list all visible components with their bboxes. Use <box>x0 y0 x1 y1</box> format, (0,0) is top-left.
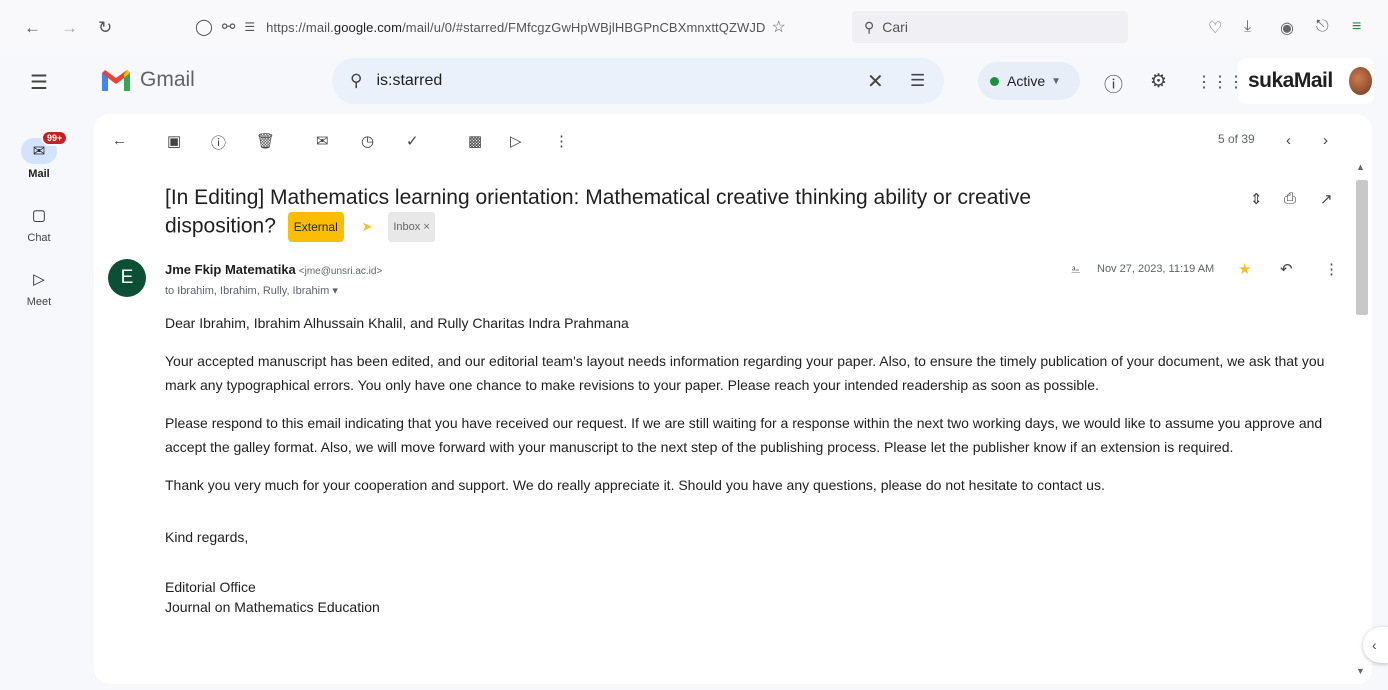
snooze-icon[interactable]: ◷ <box>361 132 374 150</box>
label-icon[interactable]: ▷ <box>510 132 522 150</box>
recipients-toggle[interactable]: to Ibrahim, Ibrahim, Rully, Ibrahim ▾ <box>165 284 338 297</box>
settings-gear-icon[interactable]: ⚙ <box>1150 70 1167 93</box>
browser-search-input[interactable]: ⚲ Cari <box>852 11 1128 43</box>
rail-label-chat: Chat <box>27 232 51 244</box>
app-name: Gmail <box>140 68 195 91</box>
video-icon: ▷ <box>33 271 45 288</box>
expand-all-icon[interactable]: ⇕ <box>1250 190 1263 208</box>
star-icon[interactable]: ★ <box>1238 260 1251 278</box>
mark-unread-icon[interactable]: ✉ <box>316 132 329 150</box>
body-paragraph: Please respond to this email indicating … <box>165 415 1323 455</box>
email-subject: [In Editing] Mathematics learning orient… <box>165 184 1145 242</box>
status-dot <box>990 76 999 86</box>
closing: Kind regards, <box>165 529 249 545</box>
scroll-thumb[interactable] <box>1356 180 1368 315</box>
gmail-logo[interactable]: Gmail <box>100 67 195 93</box>
body-paragraph: Your accepted manuscript has been edited… <box>165 353 1325 393</box>
greeting: Dear Ibrahim, Ibrahim Alhussain Khalil, … <box>165 315 629 331</box>
url-text: https://mail.google.com/mail/u/0/#starre… <box>266 19 766 35</box>
url-bar[interactable]: ◯ ⚯ ☰ https://mail.google.com/mail/u/0/#… <box>195 11 845 43</box>
extensions-icon[interactable]: ⎋ <box>1316 18 1329 36</box>
rail-item-mail[interactable]: ✉ 99+ Mail <box>18 130 69 180</box>
apps-grid-icon[interactable]: ⋮⋮⋮ <box>1196 72 1244 92</box>
main-menu-icon[interactable]: ☰ <box>30 70 48 95</box>
signature-line: Editorial Office <box>165 579 256 595</box>
scroll-down-icon[interactable]: ▼ <box>1356 666 1365 676</box>
sender-name[interactable]: Jme Fkip Matematika <box>165 262 296 277</box>
search-options-icon[interactable]: ☰ <box>910 71 925 91</box>
chat-icon: ▢ <box>31 207 47 224</box>
chevron-down-icon: ▼ <box>1051 75 1062 87</box>
message-panel: ← ▣ ⓘ 🗑 ✉ ◷ ✓ ▩ ▷ ⋮ 5 of 39 ‹ › [In Edit… <box>94 114 1372 684</box>
chevron-down-icon: ▾ <box>332 285 338 297</box>
search-icon[interactable]: ⚲ <box>350 71 362 91</box>
shield-icon: ◯ <box>195 19 213 36</box>
mail-search-bar[interactable]: ⚲ is:starred ✕ ☰ <box>332 58 944 104</box>
permissions-icon: ☰ <box>244 20 256 34</box>
rail-item-chat[interactable]: ▢ Chat <box>18 202 60 244</box>
important-marker-icon[interactable]: ➤ <box>362 213 373 241</box>
clear-search-icon[interactable]: ✕ <box>867 69 884 94</box>
mail-icon: ✉ 99+ <box>21 130 69 164</box>
message-more-icon[interactable]: ⋮ <box>1324 260 1339 278</box>
scroll-up-icon[interactable]: ▲ <box>1356 162 1365 172</box>
search-placeholder: Cari <box>882 19 908 35</box>
newer-chevron-icon[interactable]: ‹ <box>1286 132 1291 149</box>
message-date: Nov 27, 2023, 11:19 AM <box>1097 263 1215 275</box>
more-options-icon[interactable]: ⋮ <box>554 132 569 150</box>
browser-toolbar: ← → ↻ ◯ ⚯ ☰ https://mail.google.com/mail… <box>0 0 1388 56</box>
print-icon[interactable]: ⎙ <box>1284 190 1296 207</box>
rail-label-mail: Mail <box>28 168 50 180</box>
move-to-icon[interactable]: ▩ <box>468 132 482 150</box>
inbox-label[interactable]: Inbox × <box>388 212 435 242</box>
reload-icon[interactable]: ↻ <box>98 18 112 38</box>
account-icon[interactable]: ◉ <box>1280 18 1294 38</box>
sender-email: <jme@unsri.ac.id> <box>298 266 383 277</box>
report-spam-icon[interactable]: ⓘ <box>211 132 226 153</box>
reply-icon[interactable]: ↶ <box>1280 260 1293 278</box>
back-arrow-icon[interactable]: ← <box>24 18 41 38</box>
archive-icon[interactable]: ▣ <box>167 132 181 150</box>
bookmark-star-icon[interactable]: ☆ <box>771 17 785 37</box>
download-icon[interactable]: ⤓ <box>1244 18 1251 36</box>
sender-avatar[interactable]: E <box>108 259 146 297</box>
search-icon: ⚲ <box>864 18 875 35</box>
add-task-icon[interactable]: ✓ <box>406 132 419 150</box>
status-selector[interactable]: Active ▼ <box>978 62 1080 100</box>
rail-item-meet[interactable]: ▷ Meet <box>18 266 60 308</box>
avatar[interactable] <box>1346 65 1374 97</box>
brand-logo: sukaMail <box>1248 69 1333 92</box>
attachment-icon: ⎁ <box>1071 262 1081 276</box>
help-icon[interactable]: ⓘ <box>1104 70 1123 97</box>
search-input[interactable]: is:starred <box>376 72 442 90</box>
menu-icon[interactable]: ≡ <box>1352 18 1361 36</box>
recipients-text: to Ibrahim, Ibrahim, Rully, Ibrahim <box>165 285 330 297</box>
account-switcher[interactable]: sukaMail <box>1238 58 1374 104</box>
body-paragraph: Thank you very much for your cooperation… <box>165 477 1105 493</box>
older-chevron-icon[interactable]: › <box>1323 132 1328 149</box>
lock-icon: ⚯ <box>221 19 236 36</box>
email-body: Dear Ibrahim, Ibrahim Alhussain Khalil, … <box>165 311 1335 617</box>
rail-label-meet: Meet <box>26 296 52 308</box>
forward-arrow-icon[interactable]: → <box>61 18 78 38</box>
back-to-list-icon[interactable]: ← <box>112 132 127 149</box>
unread-badge: 99+ <box>41 130 69 146</box>
pocket-icon[interactable]: ♡ <box>1208 18 1222 38</box>
pager-count: 5 of 39 <box>1218 132 1255 146</box>
delete-icon[interactable]: 🗑 <box>256 132 275 150</box>
status-label: Active <box>1007 73 1046 89</box>
gmail-m-icon <box>102 70 130 91</box>
signature-line: Journal on Mathematics Education <box>165 599 380 615</box>
open-new-window-icon[interactable]: ↗ <box>1320 190 1333 208</box>
external-label: External <box>287 212 344 242</box>
sender-line: Jme Fkip Matematika <jme@unsri.ac.id> <box>165 262 382 277</box>
scrollbar[interactable]: ▲ ▼ <box>1352 160 1368 682</box>
